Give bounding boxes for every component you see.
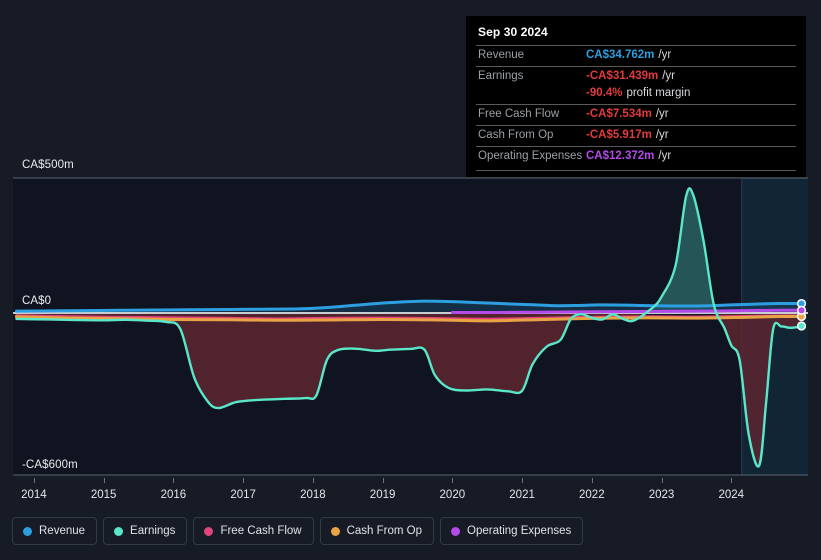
legend-color-dot-icon — [451, 526, 461, 536]
legend-color-dot-icon — [330, 526, 340, 536]
tooltip-row-suffix: /yr — [655, 108, 669, 120]
x-axis-tick-mark — [591, 478, 593, 483]
x-axis-tick-mark — [661, 478, 663, 483]
legend-item-cash-from-op[interactable]: Cash From Op — [319, 517, 435, 545]
legend-color-dot-icon — [23, 526, 32, 536]
tooltip-row: Operating Expenses CA$12.372m/yr — [476, 146, 796, 167]
legend-item-revenue[interactable]: Revenue — [12, 517, 98, 545]
chart-screen: CA$500m CA$0 -CA$600m 2014 2015 2016 2017 20… — [0, 0, 821, 560]
legend-item-operating-expenses[interactable]: Operating Expenses — [440, 517, 584, 545]
x-axis-tick-mark — [312, 478, 314, 483]
tooltip-row: Earnings -CA$31.439m/yr — [476, 66, 796, 87]
x-axis-tick-2015: 2015 — [90, 489, 117, 501]
chart-tooltip: Sep 30 2024 Revenue CA$34.762m/yr Earnings… — [466, 16, 806, 177]
x-axis-tick-2018: 2018 — [300, 489, 326, 501]
x-axis-tick-2024: 2024 — [718, 489, 745, 501]
tooltip-row-label: Free Cash Flow — [478, 108, 560, 120]
tooltip-row-suffix: /yr — [658, 49, 672, 61]
tooltip-row-label: Operating Expenses — [478, 150, 583, 162]
tooltip-row-label: Earnings — [478, 70, 524, 82]
tooltip-row-suffix: /yr — [662, 70, 676, 82]
x-axis-tick-2014: 2014 — [21, 489, 47, 501]
endpoint-marker-operating-expenses — [796, 305, 807, 315]
tooltip-bottom-rule — [476, 170, 796, 171]
tooltip-row-suffix: profit margin — [626, 87, 691, 99]
x-axis-tick-2021: 2021 — [509, 489, 535, 501]
legend-item-label: Revenue — [39, 525, 86, 537]
x-axis-tick-mark — [243, 478, 245, 483]
x-axis-tick-mark — [33, 478, 35, 483]
x-axis-tick-mark — [731, 478, 733, 483]
legend-item-earnings[interactable]: Earnings — [103, 517, 188, 545]
tooltip-row-value: CA$34.762m/yr — [586, 49, 672, 61]
x-axis-tick-2020: 2020 — [439, 489, 466, 501]
tooltip-rows: Revenue CA$34.762m/yr Earnings -CA$31.439m /… — [476, 45, 796, 167]
tooltip-row-label: Cash From Op — [478, 129, 554, 141]
x-axis-tick-2016: 2016 — [160, 489, 187, 501]
tooltip-row-suffix: /yr — [658, 150, 672, 162]
x-axis-tick-2019: 2019 — [369, 489, 396, 501]
tooltip-row-label: Revenue — [478, 49, 525, 61]
tooltip-date: Sep 30 2024 — [478, 25, 548, 39]
x-axis-tick-2022: 2022 — [579, 489, 605, 501]
legend-item-label: Earnings — [130, 525, 176, 537]
tooltip-row: Cash From Op -CA$5.917m/yr — [476, 125, 796, 146]
x-axis-tick-mark — [382, 478, 384, 483]
legend-item-free-cash-flow[interactable]: Free Cash Flow — [193, 517, 314, 545]
tooltip-row-value: -90.4% profit margin — [586, 87, 691, 99]
x-axis: 2014 2015 2016 2017 2018 2019 2020 2021 2022 2023… — [0, 478, 821, 512]
tooltip-row-value: CA$12.372m/yr — [586, 150, 672, 162]
tooltip-row: Free Cash Flow -CA$7.534m/yr — [476, 104, 796, 125]
x-axis-tick-mark — [452, 478, 454, 483]
legend-item-label: Cash From Op — [346, 525, 423, 537]
x-axis-tick-2023: 2023 — [648, 489, 675, 501]
x-axis-tick-mark — [103, 478, 105, 483]
tooltip-row-value: -CA$31.439m/yr — [586, 70, 676, 82]
chart-legend[interactable]: Revenue Earnings Free Cash Flow Cash From O… — [12, 517, 584, 545]
x-axis-tick-mark — [522, 478, 524, 483]
legend-item-label: Operating Expenses — [467, 525, 572, 537]
x-axis-tick-2017: 2017 — [230, 489, 256, 501]
legend-item-label: Free Cash Flow — [220, 525, 302, 537]
tooltip-row: -90.4% profit margin — [476, 87, 796, 104]
tooltip-row-suffix: /yr — [655, 129, 669, 141]
tooltip-row-value: -CA$5.917m/yr — [586, 129, 669, 141]
tooltip-row-value: -CA$7.534m/yr — [586, 108, 669, 120]
x-axis-tick-mark — [173, 478, 175, 483]
legend-color-dot-icon — [114, 526, 124, 536]
legend-color-dot-icon — [204, 526, 214, 536]
tooltip-row: Revenue CA$34.762m/yr — [476, 45, 796, 66]
endpoint-marker-earnings — [796, 321, 807, 331]
